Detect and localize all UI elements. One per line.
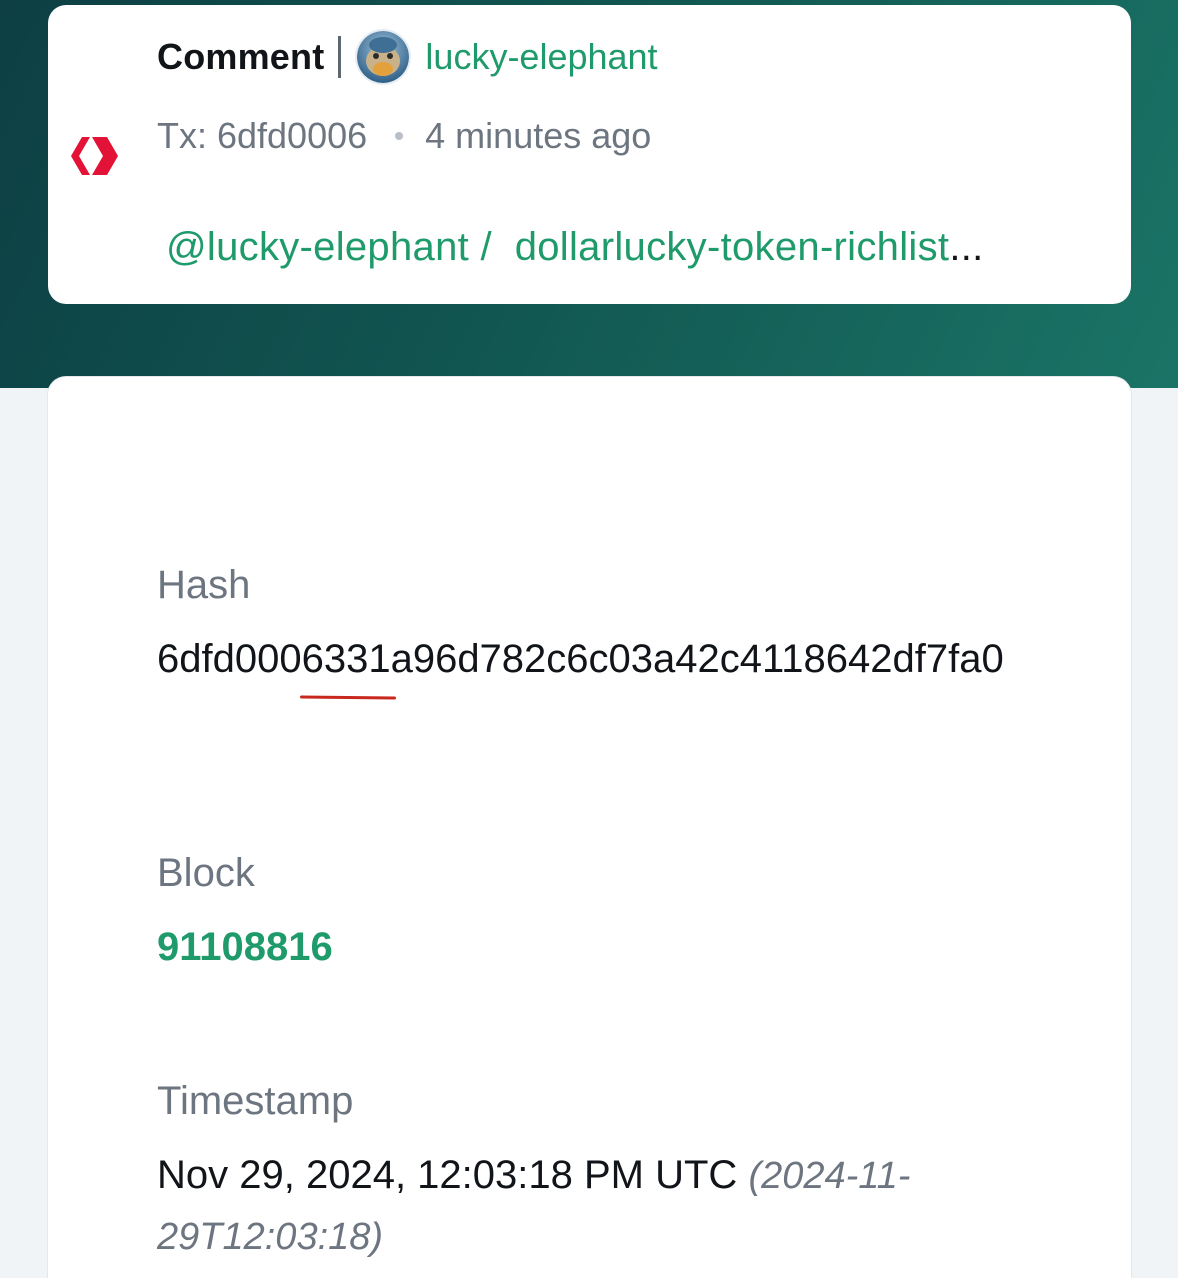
page: Comment lucky-elephant Tx: 6dfd0006 4 mi… xyxy=(0,0,1178,1278)
avatar-image xyxy=(357,31,410,83)
meta-separator-dot xyxy=(395,132,404,140)
block-label: Block xyxy=(157,851,255,895)
hash-label: Hash xyxy=(157,563,251,607)
permlink-link[interactable]: @lucky-elephant / dollarlucky-token-rich… xyxy=(166,225,1106,270)
user-avatar[interactable] xyxy=(355,29,412,85)
author-link[interactable]: lucky-elephant xyxy=(425,36,657,78)
timestamp-value-wrap: Nov 29, 2024, 12:03:18 PM UTC (2024-11-2… xyxy=(157,1145,1037,1267)
block-number-link[interactable]: 91108816 xyxy=(157,917,333,977)
transaction-meta: Tx: 6dfd0006 4 minutes ago xyxy=(157,115,651,157)
hive-logo-icon xyxy=(71,137,118,175)
hash-annotation-underline xyxy=(299,695,397,700)
header-divider xyxy=(338,36,342,78)
operation-type: Comment xyxy=(157,36,325,77)
time-ago: 4 minutes ago xyxy=(425,115,652,156)
permlink-slug[interactable]: dollarlucky-token-richlist xyxy=(515,225,950,269)
permlink-author[interactable]: @lucky-elephant / xyxy=(166,225,492,269)
permlink-ellipsis: ... xyxy=(949,225,984,269)
tx-id[interactable]: Tx: 6dfd0006 xyxy=(157,115,367,157)
timestamp-label: Timestamp xyxy=(157,1079,354,1123)
transaction-card[interactable]: Comment lucky-elephant Tx: 6dfd0006 4 mi… xyxy=(48,5,1131,304)
transaction-details-card: Hash 6dfd0006331a96d782c6c03a42c4118642d… xyxy=(48,377,1131,1278)
hash-value: 6dfd0006331a96d782c6c03a42c4118642df7fa0 xyxy=(157,637,1004,681)
timestamp-value: Nov 29, 2024, 12:03:18 PM UTC xyxy=(157,1153,738,1197)
operation-header: Comment lucky-elephant xyxy=(157,29,658,85)
